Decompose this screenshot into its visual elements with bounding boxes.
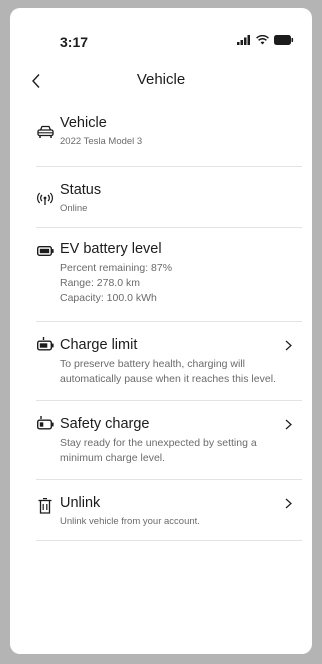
phone-screen: 3:17 Vehicle Vehicle 2022 Tesla Model 3 … bbox=[10, 8, 312, 654]
status-title: Status bbox=[60, 182, 102, 198]
list-item-ev-battery: EV battery level Percent remaining: 87% … bbox=[36, 228, 302, 322]
list-item-vehicle: Vehicle 2022 Tesla Model 3 bbox=[36, 100, 302, 167]
phone-battery-icon bbox=[274, 35, 294, 45]
status-icons bbox=[237, 35, 294, 45]
list-item-charge-limit[interactable]: Charge limit To preserve battery health,… bbox=[36, 322, 302, 401]
trash-icon bbox=[36, 498, 54, 514]
chevron-right-icon bbox=[282, 339, 294, 351]
safety-charge-title: Safety charge bbox=[60, 416, 150, 432]
status-time: 3:17 bbox=[60, 34, 89, 50]
list-item-safety-charge[interactable]: Safety charge Stay ready for the unexpec… bbox=[36, 401, 302, 480]
unlink-description: Unlink vehicle from your account. bbox=[60, 516, 200, 527]
unlink-title: Unlink bbox=[60, 495, 101, 511]
capacity-value: Capacity: 100.0 kWh bbox=[60, 292, 157, 304]
ev-battery-details: Percent remaining: 87% Range: 278.0 km C… bbox=[60, 261, 302, 306]
status-value: Online bbox=[60, 203, 88, 214]
range-value: Range: 278.0 km bbox=[60, 277, 140, 289]
nav-bar: Vehicle bbox=[10, 66, 312, 96]
wifi-icon bbox=[256, 35, 269, 45]
battery-icon bbox=[36, 243, 54, 259]
safety-charge-description: Stay ready for the unexpected by setting… bbox=[60, 437, 257, 464]
battery-charge-limit-icon bbox=[36, 336, 54, 352]
percent-remaining: Percent remaining: 87% bbox=[60, 262, 173, 274]
charge-limit-description: To preserve battery health, charging wil… bbox=[60, 358, 276, 385]
ev-battery-title: EV battery level bbox=[60, 241, 162, 257]
list-item-unlink[interactable]: Unlink Unlink vehicle from your account. bbox=[36, 480, 302, 541]
charge-limit-title: Charge limit bbox=[60, 337, 138, 353]
vehicle-title: Vehicle bbox=[60, 115, 107, 131]
chevron-right-icon bbox=[282, 497, 294, 509]
settings-list: Vehicle 2022 Tesla Model 3 Status Online bbox=[10, 100, 312, 541]
vehicle-model: 2022 Tesla Model 3 bbox=[60, 136, 143, 147]
list-item-status: Status Online bbox=[36, 167, 302, 228]
chevron-right-icon bbox=[282, 418, 294, 430]
car-icon bbox=[36, 124, 54, 140]
battery-safety-icon bbox=[36, 415, 54, 431]
page-title: Vehicle bbox=[136, 71, 186, 88]
signal-icon bbox=[36, 191, 54, 207]
cellular-signal-icon bbox=[237, 35, 250, 45]
status-bar: 3:17 bbox=[10, 8, 312, 56]
